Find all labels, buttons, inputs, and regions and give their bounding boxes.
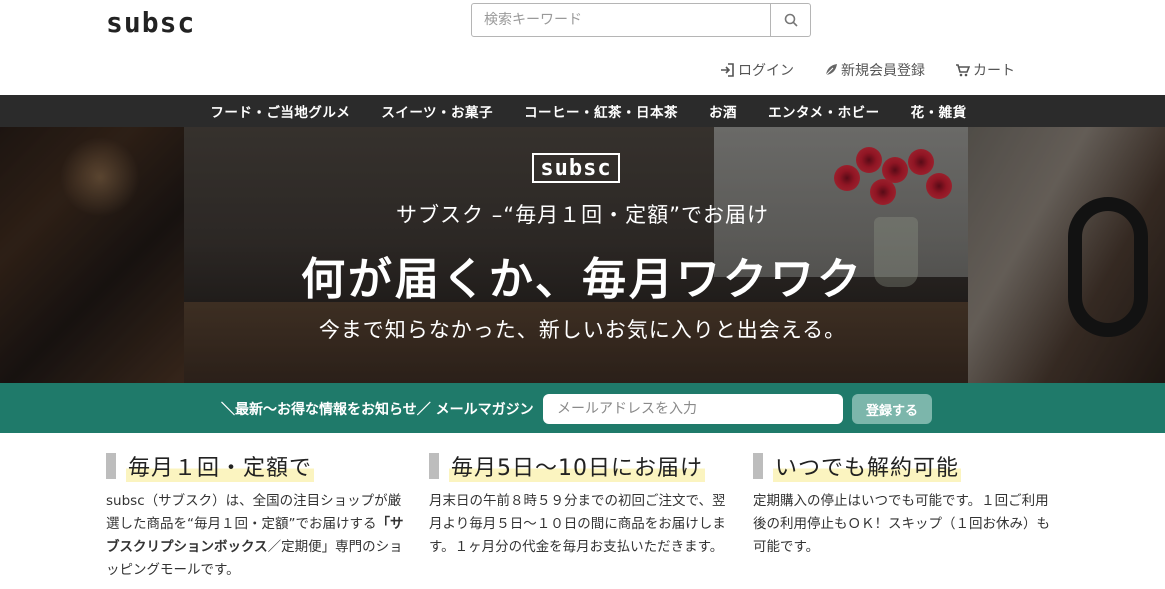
newsletter-label: ＼最新〜お得な情報をお知らせ／ メールマガジン	[221, 402, 534, 418]
register-label: 新規会員登録	[841, 63, 925, 79]
hero-banner[interactable]: subsc サブスク –“毎月１回・定額”でお届け 何が届くか、毎月ワクワク 今…	[0, 127, 1165, 383]
feature-title: 毎月5日〜10日にお届け	[449, 450, 705, 482]
category-flowers[interactable]: 花・雑貨	[911, 101, 967, 121]
category-drinks[interactable]: コーヒー・紅茶・日本茶	[524, 101, 678, 121]
feature-delivery: 毎月5日〜10日にお届け 月末日の午前８時５９分までの初回ご注文で、翌月より毎月…	[429, 450, 729, 559]
search-icon	[784, 13, 798, 27]
search-input[interactable]	[471, 3, 771, 37]
feature-text: subsc（サブスク）は、全国の注目ショップが厳選した商品を“毎月１回・定額”で…	[106, 493, 404, 578]
category-sweets[interactable]: スイーツ・お菓子	[381, 101, 493, 121]
site-logo[interactable]: subsc	[106, 6, 195, 39]
login-link[interactable]: ログイン	[720, 60, 794, 80]
category-entertainment[interactable]: エンタメ・ホビー	[768, 101, 880, 121]
heading-marker	[429, 453, 439, 479]
heading-marker	[106, 453, 116, 479]
cart-label: カート	[973, 63, 1015, 79]
newsletter-submit-button[interactable]: 登録する	[852, 394, 932, 424]
register-link[interactable]: 新規会員登録	[824, 60, 925, 80]
search-button[interactable]	[771, 3, 811, 37]
search-bar	[471, 3, 811, 37]
feature-title: いつでも解約可能	[773, 450, 962, 482]
login-icon	[721, 63, 734, 77]
hero-subtitle: サブスク –“毎月１回・定額”でお届け	[396, 203, 769, 227]
heading-marker	[753, 453, 763, 479]
feature-text: 定期購入の停止はいつでも可能です。１回ご利用後の利用停止もＯＫ！スキップ（１回お…	[753, 493, 1050, 555]
hero-title: 何が届くか、毎月ワクワク	[300, 254, 865, 305]
feature-text: 月末日の午前８時５９分までの初回ご注文で、翌月より毎月５日〜１０日の間に商品をお…	[429, 493, 726, 555]
category-food[interactable]: フード・ご当地グルメ	[210, 101, 350, 121]
feature-monthly: 毎月１回・定額で subsc（サブスク）は、全国の注目ショップが厳選した商品を“…	[106, 450, 406, 582]
feature-title: 毎月１回・定額で	[126, 450, 315, 482]
feature-cancel: いつでも解約可能 定期購入の停止はいつでも可能です。１回ご利用後の利用停止もＯＫ…	[753, 450, 1053, 559]
newsletter-email-input[interactable]	[543, 394, 843, 424]
user-nav: ログイン 新規会員登録 カート	[720, 60, 1015, 80]
category-alcohol[interactable]: お酒	[709, 101, 737, 121]
hero-logo: subsc	[532, 153, 620, 183]
category-nav: フード・ご当地グルメ スイーツ・お菓子 コーヒー・紅茶・日本茶 お酒 エンタメ・…	[0, 95, 1165, 127]
login-label: ログイン	[738, 63, 794, 79]
leaf-icon	[825, 64, 837, 76]
newsletter-bar: ＼最新〜お得な情報をお知らせ／ メールマガジン 登録する	[0, 383, 1165, 433]
hero-description: 今まで知らなかった、新しいお気に入りと出会える。	[318, 318, 847, 342]
cart-link[interactable]: カート	[955, 60, 1015, 80]
cart-icon	[956, 64, 970, 77]
